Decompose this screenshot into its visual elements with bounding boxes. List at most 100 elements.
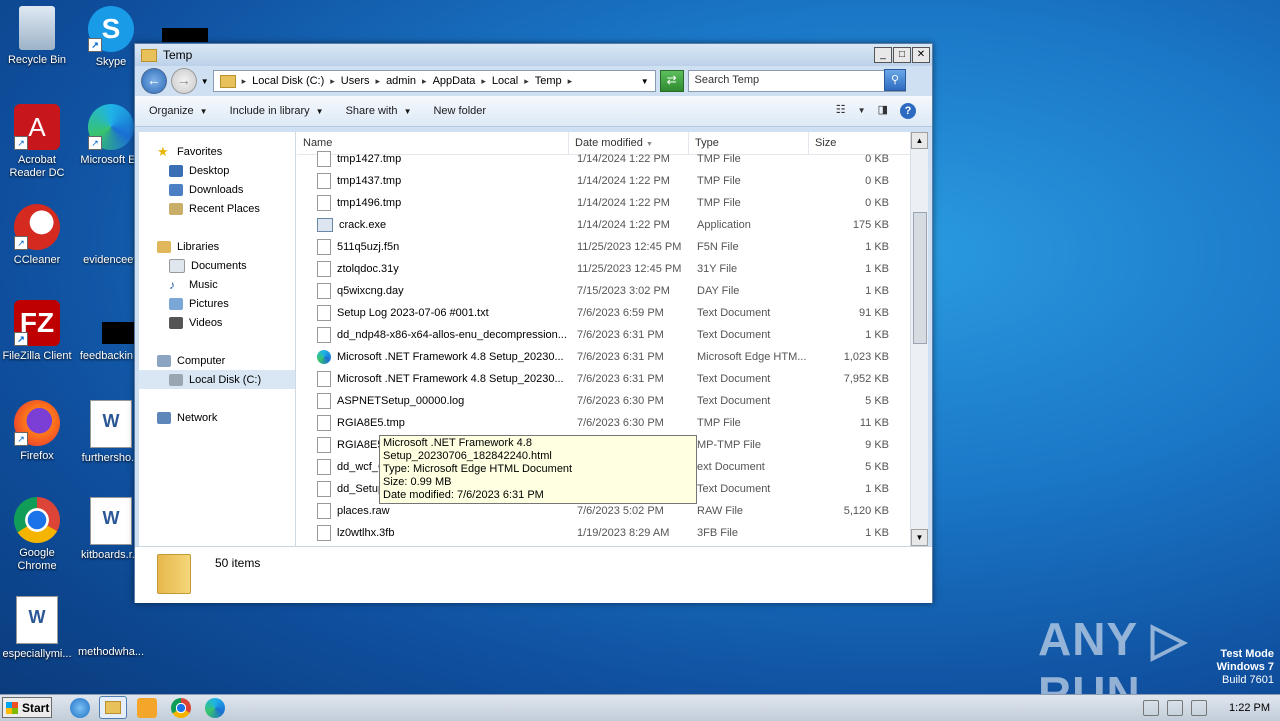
recent-pages-dropdown-icon[interactable]: ▼ [201, 77, 209, 86]
desktop-icon-chrome[interactable]: Google Chrome [0, 497, 74, 573]
file-row[interactable]: RGIA8E5.tmp 7/6/2023 6:30 PM TMP File 11 KB [297, 412, 911, 434]
nav-libraries[interactable]: Libraries [157, 237, 219, 256]
file-size: 7,952 KB [843, 373, 889, 385]
address-dropdown-icon[interactable]: ▼ [641, 77, 649, 86]
file-name-cell: ztolqdoc.31y [297, 261, 569, 277]
forward-button[interactable]: → [170, 68, 197, 94]
file-row[interactable]: Microsoft .NET Framework 4.8 Setup_20230… [297, 368, 911, 390]
file-row[interactable]: 511q5uzj.f5n 11/25/2023 12:45 PM F5N File 1… [297, 236, 911, 258]
nav-local-disk[interactable]: Local Disk (C:) [139, 370, 295, 389]
close-button[interactable]: ✕ [912, 47, 930, 63]
chevron-right-icon[interactable]: ▸ [568, 76, 573, 87]
share-with-button[interactable]: Share with ▼ [346, 105, 412, 117]
nav-computer[interactable]: Computer [157, 351, 225, 370]
vertical-scrollbar[interactable]: ▲ ▼ [910, 132, 928, 546]
nav-favorites[interactable]: ★ Favorites [157, 142, 222, 161]
file-row[interactable]: lz0wtlhx.3fb 1/19/2023 8:29 AM 3FB File 1 K… [297, 522, 911, 544]
desktop-icon-especiallymi[interactable]: W especiallymi... [0, 596, 74, 661]
refresh-button[interactable]: ⇄ [659, 70, 684, 92]
chevron-right-icon[interactable]: ▸ [422, 76, 427, 87]
file-name: places.raw [337, 505, 390, 517]
file-row[interactable]: crack.exe 1/14/2024 1:22 PM Application 175… [297, 214, 911, 236]
chrome-taskbar-icon[interactable] [171, 698, 191, 718]
file-row[interactable]: tmp1437.tmp 1/14/2024 1:22 PM TMP File 0 KB [297, 170, 911, 192]
file-row[interactable]: tmp1427.tmp 1/14/2024 1:22 PM TMP File 0 KB [297, 148, 911, 170]
desktop-icon-label: Acrobat Reader DC [9, 154, 65, 179]
file-row[interactable]: Setup Log 2023-07-06 #001.txt 7/6/2023 6:… [297, 302, 911, 324]
breadcrumb-local-disk[interactable]: Local Disk (C:) [252, 75, 324, 87]
file-icon [317, 393, 331, 409]
edge-taskbar-icon[interactable] [205, 698, 225, 718]
nav-desktop[interactable]: Desktop [169, 161, 229, 180]
file-size: 5 KB [865, 461, 889, 473]
nav-label: Network [177, 411, 218, 424]
desktop-icon-filezilla[interactable]: FZ ↗ FileZilla Client [0, 300, 74, 363]
maximize-button[interactable]: □ [893, 47, 911, 63]
clock[interactable]: 1:22 PM [1229, 702, 1270, 714]
change-view-icon[interactable]: ☷ [836, 103, 846, 119]
desktop-icon-label: FileZilla Client [2, 350, 72, 362]
new-folder-button[interactable]: New folder [433, 105, 486, 117]
address-bar[interactable]: ▸ Local Disk (C:) ▸ Users ▸ admin ▸ AppD… [212, 70, 656, 92]
breadcrumb-local[interactable]: Local [492, 75, 518, 87]
breadcrumb-temp[interactable]: Temp [535, 75, 562, 87]
explorer-taskbar-icon[interactable] [99, 696, 127, 719]
nav-music[interactable]: ♪ Music [169, 275, 218, 294]
file-row[interactable]: q5wixcng.day 7/15/2023 3:02 PM DAY File 1 K… [297, 280, 911, 302]
file-row[interactable]: tmp1496.tmp 1/14/2024 1:22 PM TMP File 0 KB [297, 192, 911, 214]
network-tray-icon[interactable] [1167, 700, 1184, 716]
chevron-right-icon[interactable]: ▸ [330, 76, 335, 87]
breadcrumb-admin[interactable]: admin [386, 75, 416, 87]
desktop-icon-ccleaner[interactable]: ↗ CCleaner [0, 204, 74, 267]
file-name-cell: crack.exe [297, 218, 569, 232]
nav-label: Computer [177, 354, 226, 367]
desktop-icon-firefox[interactable]: ↗ Firefox [0, 400, 74, 463]
nav-pictures[interactable]: Pictures [169, 294, 229, 313]
file-row[interactable]: ASPNETSetup_00000.log 7/6/2023 6:30 PM Tex… [297, 390, 911, 412]
minimize-button[interactable]: _ [874, 47, 892, 63]
search-icon[interactable]: ⚲ [884, 69, 906, 91]
file-row[interactable]: dd_ndp48-x86-x64-allos-enu_decompression… [297, 324, 911, 346]
file-date: 11/25/2023 12:45 PM [577, 241, 682, 253]
file-type: MP-TMP File [697, 439, 761, 451]
chevron-right-icon[interactable]: ▸ [524, 76, 529, 87]
title-bar[interactable]: Temp _ □ ✕ [135, 44, 932, 66]
desktop-icon-methodwha[interactable]: methodwha... [74, 596, 148, 659]
file-name-cell: places.raw [297, 503, 569, 519]
file-name: q5wixcng.day [337, 285, 404, 297]
explorer-window[interactable]: Temp _ □ ✕ ← → ▼ ▸ Local Disk (C:) ▸ Use… [134, 43, 933, 603]
nav-network[interactable]: Network [157, 408, 217, 427]
ie-icon[interactable] [70, 698, 90, 718]
volume-icon[interactable] [1143, 700, 1160, 716]
media-player-icon[interactable] [137, 698, 157, 718]
nav-label: Pictures [189, 297, 229, 310]
include-in-library-button[interactable]: Include in library ▼ [230, 105, 324, 117]
action-center-flag-icon[interactable] [1191, 700, 1208, 716]
item-count: 50 items [215, 556, 261, 570]
search-input[interactable]: Search Temp [687, 70, 907, 92]
chevron-right-icon[interactable]: ▸ [242, 76, 247, 87]
file-name-cell: Setup Log 2023-07-06 #001.txt [297, 305, 569, 321]
chevron-right-icon[interactable]: ▸ [376, 76, 381, 87]
scroll-down-button[interactable]: ▼ [911, 529, 928, 546]
build-label: Build 7601 [1222, 674, 1274, 686]
desktop-icon-recycle-bin[interactable]: Recycle Bin [0, 6, 74, 67]
nav-documents[interactable]: Documents [169, 256, 247, 275]
view-options-dropdown-icon[interactable]: ▼ [858, 103, 866, 119]
start-button[interactable]: Start [2, 697, 52, 718]
nav-downloads[interactable]: Downloads [169, 180, 243, 199]
nav-recent-places[interactable]: Recent Places [169, 199, 260, 218]
file-row[interactable]: ztolqdoc.31y 11/25/2023 12:45 PM 31Y File 1… [297, 258, 911, 280]
organize-button[interactable]: Organize ▼ [149, 105, 208, 117]
nav-videos[interactable]: Videos [169, 313, 222, 332]
preview-pane-icon[interactable]: ◨ [878, 103, 888, 119]
back-button[interactable]: ← [141, 68, 167, 94]
scroll-up-button[interactable]: ▲ [911, 132, 928, 149]
scroll-thumb[interactable] [913, 212, 927, 344]
help-icon[interactable]: ? [900, 103, 916, 119]
file-row[interactable]: Microsoft .NET Framework 4.8 Setup_20230… [297, 346, 911, 368]
breadcrumb-appdata[interactable]: AppData [433, 75, 476, 87]
breadcrumb-users[interactable]: Users [341, 75, 370, 87]
chevron-right-icon[interactable]: ▸ [481, 76, 486, 87]
desktop-icon-acrobat[interactable]: A ↗ Acrobat Reader DC [0, 104, 74, 180]
